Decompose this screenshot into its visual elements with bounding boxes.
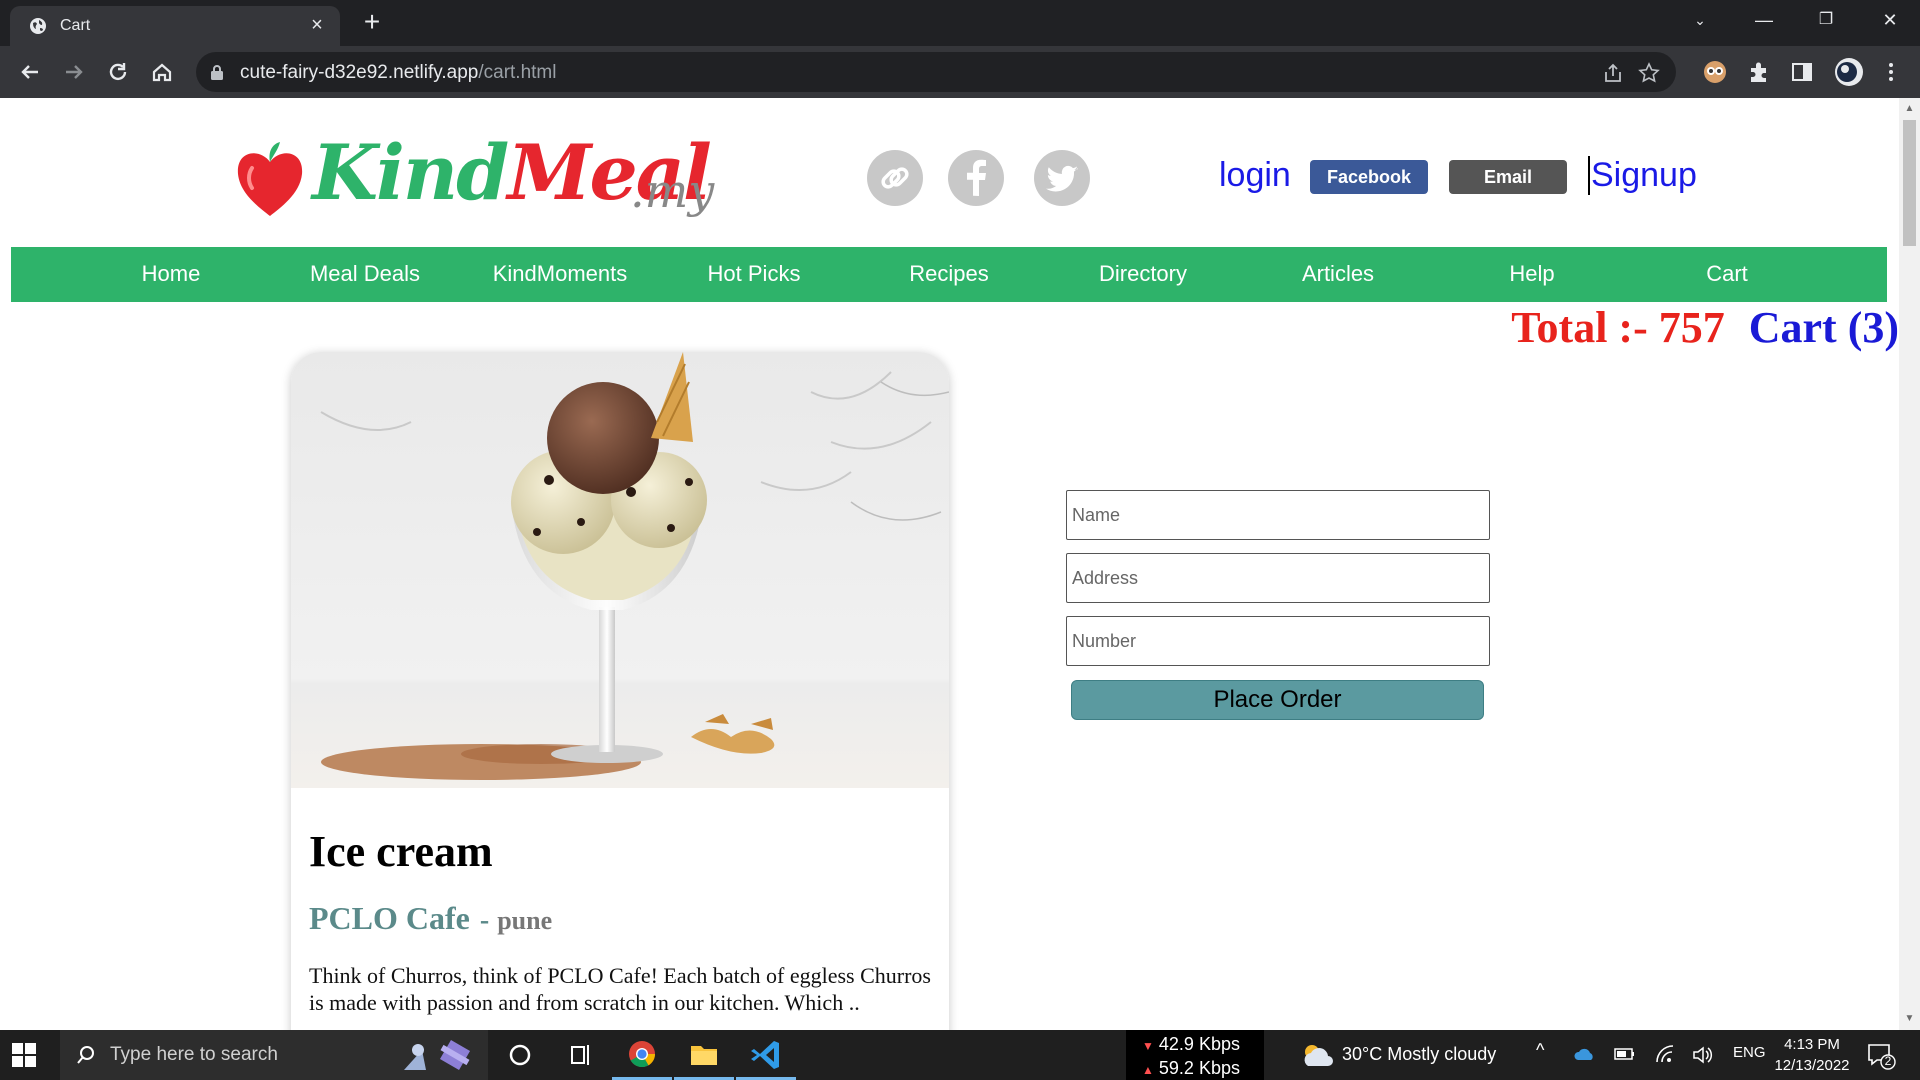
- search-placeholder: Type here to search: [110, 1044, 278, 1065]
- menu-kebab-icon[interactable]: [1878, 59, 1904, 85]
- notification-icon: [1868, 1044, 1896, 1070]
- address-input[interactable]: [1066, 553, 1490, 603]
- profile-avatar[interactable]: [1834, 57, 1864, 87]
- windows-start-icon[interactable]: [12, 1043, 36, 1067]
- name-input[interactable]: [1066, 490, 1490, 540]
- separator: -: [479, 905, 490, 936]
- cart-item-card: Ice cream PCLO Cafe - pune Think of Churro…: [291, 352, 949, 1030]
- vscode-icon[interactable]: [736, 1030, 796, 1080]
- browser-toolbar: cute-fairy-d32e92.netlify.app/cart.html: [0, 46, 1920, 98]
- facebook-login-button[interactable]: Facebook: [1310, 160, 1428, 194]
- nav-recipes[interactable]: Recipes: [874, 261, 1024, 287]
- back-icon[interactable]: [16, 58, 44, 86]
- notification-count: 2: [1884, 1054, 1892, 1068]
- globe-icon: [30, 18, 46, 34]
- clock-time: 4:13 PM: [1784, 1036, 1840, 1053]
- chrome-taskbar-icon[interactable]: [612, 1030, 672, 1080]
- scroll-up-icon[interactable]: ▲: [1903, 102, 1916, 115]
- link-icon[interactable]: [867, 150, 923, 206]
- login-link[interactable]: login: [1219, 156, 1291, 195]
- nav-help[interactable]: Help: [1457, 261, 1607, 287]
- signup-link[interactable]: Signup: [1588, 156, 1697, 195]
- url-text[interactable]: cute-fairy-d32e92.netlify.app/cart.html: [240, 62, 556, 84]
- item-description: Think of Churros, think of PCLO Cafe! Ea…: [309, 963, 931, 1015]
- minimize-button[interactable]: —: [1734, 0, 1794, 40]
- extensions-puzzle-icon[interactable]: [1746, 59, 1772, 85]
- lock-icon[interactable]: [210, 64, 224, 80]
- place-order-button[interactable]: Place Order: [1071, 680, 1484, 720]
- extension-owl-icon[interactable]: [1702, 59, 1728, 85]
- language-indicator[interactable]: ENG: [1733, 1044, 1766, 1061]
- cart-summary: Total :- 757 Cart (3): [1511, 302, 1899, 353]
- close-tab-icon[interactable]: ×: [306, 14, 328, 36]
- scroll-thumb[interactable]: [1903, 120, 1916, 246]
- main-navbar: Home Meal Deals KindMoments Hot Picks Re…: [11, 247, 1887, 302]
- tray-overflow-icon[interactable]: ^: [1536, 1040, 1544, 1061]
- clock-date: 12/13/2022: [1774, 1057, 1850, 1074]
- tab-search-icon[interactable]: ⌄: [1670, 0, 1730, 40]
- item-restaurant: PCLO Cafe - pune: [309, 900, 552, 937]
- nav-articles[interactable]: Articles: [1263, 261, 1413, 287]
- share-icon[interactable]: [1602, 62, 1624, 84]
- cortana-icon[interactable]: [490, 1030, 550, 1080]
- item-title: Ice cream: [309, 827, 493, 876]
- nav-kindmoments[interactable]: KindMoments: [485, 261, 635, 287]
- cart-count[interactable]: Cart (3): [1749, 303, 1899, 352]
- taskbar-search[interactable]: Type here to search: [60, 1030, 488, 1080]
- forward-icon[interactable]: [60, 58, 88, 86]
- nav-home[interactable]: Home: [96, 261, 246, 287]
- cloudy-weather-icon: [1304, 1045, 1333, 1066]
- task-view-icon[interactable]: [550, 1030, 610, 1080]
- address-bar[interactable]: cute-fairy-d32e92.netlify.app/cart.html: [196, 52, 1676, 92]
- browser-tabbar: Cart × + ⌄ — ❐ ✕: [0, 0, 1920, 46]
- restaurant-name: PCLO Cafe: [309, 900, 470, 936]
- onedrive-icon[interactable]: [1574, 1046, 1596, 1062]
- kindmeal-logo[interactable]: KindMeal .my: [232, 128, 722, 228]
- page-scrollbar[interactable]: ▲ ▼: [1899, 98, 1920, 1030]
- nav-directory[interactable]: Directory: [1068, 261, 1218, 287]
- network-speed-widget[interactable]: ▼ 42.9 Kbps ▲ 59.2 Kbps: [1126, 1030, 1264, 1080]
- close-window-button[interactable]: ✕: [1860, 0, 1920, 40]
- home-icon[interactable]: [148, 58, 176, 86]
- upload-speed: 59.2 Kbps: [1158, 1058, 1240, 1078]
- new-tab-button[interactable]: +: [358, 8, 386, 36]
- volume-icon[interactable]: [1692, 1045, 1714, 1065]
- download-speed: 42.9 Kbps: [1158, 1034, 1240, 1054]
- apple-heart-icon: [237, 142, 303, 216]
- email-login-button[interactable]: Email: [1449, 160, 1567, 194]
- total-amount: Total :- 757: [1511, 303, 1725, 352]
- logo-suffix: .my: [630, 164, 715, 218]
- facebook-icon[interactable]: [948, 150, 1004, 206]
- restaurant-city: pune: [497, 906, 553, 935]
- browser-tab-cart[interactable]: Cart ×: [10, 6, 340, 46]
- file-explorer-icon[interactable]: [674, 1030, 734, 1080]
- nav-cart[interactable]: Cart: [1652, 261, 1802, 287]
- taskbar-clock[interactable]: 4:13 PM 12/13/2022: [1770, 1034, 1854, 1076]
- twitter-icon[interactable]: [1034, 150, 1090, 206]
- scroll-down-icon[interactable]: ▼: [1903, 1012, 1916, 1025]
- restore-button[interactable]: ❐: [1796, 0, 1856, 40]
- number-input[interactable]: [1066, 616, 1490, 666]
- notifications-button[interactable]: 2: [1866, 1042, 1898, 1070]
- nav-meal-deals[interactable]: Meal Deals: [290, 261, 440, 287]
- reload-icon[interactable]: [104, 58, 132, 86]
- windows-taskbar: Type here to search ▼ 42.9 Kbps ▲ 59.2 K…: [0, 1030, 1920, 1080]
- tab-title: Cart: [60, 17, 91, 34]
- ice-cream-image: [291, 352, 949, 788]
- page-viewport: KindMeal .my login Facebook Email Signup…: [0, 98, 1899, 1030]
- side-panel-icon[interactable]: [1789, 59, 1815, 85]
- search-highlight-icon: [404, 1039, 471, 1071]
- bookmark-star-icon[interactable]: [1638, 62, 1660, 84]
- wifi-icon[interactable]: [1654, 1044, 1676, 1064]
- search-icon: [77, 1046, 94, 1064]
- battery-icon[interactable]: [1614, 1047, 1636, 1061]
- weather-text[interactable]: 30°C Mostly cloudy: [1342, 1044, 1496, 1065]
- nav-hot-picks[interactable]: Hot Picks: [679, 261, 829, 287]
